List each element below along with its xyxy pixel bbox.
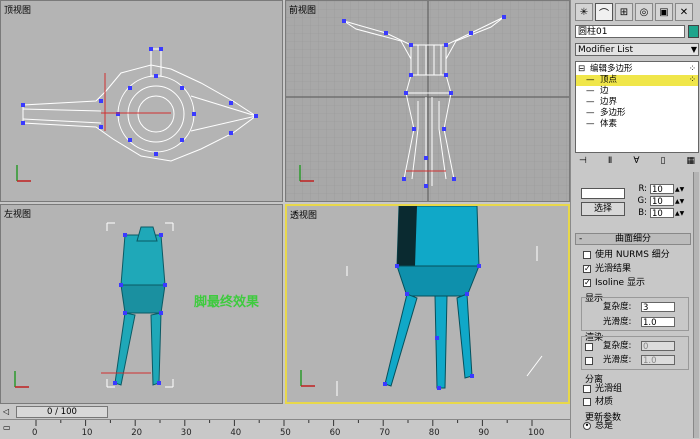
top-view-wireframe <box>16 47 258 182</box>
track-bar-icon[interactable]: ▭ <box>3 423 11 432</box>
stack-item-edge[interactable]: — 边 <box>576 86 698 97</box>
rgb-b-row: B: 10 ▲▼ <box>638 208 685 219</box>
perspective-view-model <box>300 206 543 396</box>
render-iterations-field[interactable]: 0 <box>641 341 675 352</box>
vertex-color-swatch[interactable] <box>581 188 625 199</box>
axis-gizmo-icon <box>16 165 31 182</box>
stack-toolbar: ⊣ Ⅱ ∀ ▯ ▦ <box>575 156 699 170</box>
viewport-label[interactable]: 透视图 <box>290 208 317 221</box>
viewport-top[interactable]: 顶视图 <box>0 0 283 202</box>
track-bar[interactable]: ▭ 0 10 20 30 40 50 60 70 80 90 100 <box>0 419 570 438</box>
track-tick-label: 10 <box>81 428 93 438</box>
stack-item-element[interactable]: — 体素 <box>576 119 698 130</box>
spinner-icon[interactable]: ▲▼ <box>675 208 684 219</box>
modify-icon[interactable]: ⌒ <box>595 3 613 21</box>
object-color-swatch[interactable] <box>688 25 699 38</box>
axis-gizmo-icon <box>300 370 315 387</box>
stack-root[interactable]: ⊟ 编辑多边形 ⁘ <box>576 64 698 75</box>
time-slider[interactable]: 0 / 100 <box>16 406 108 418</box>
time-slider-bar: ◁ 0 / 100 <box>0 405 570 419</box>
track-tick-label: 80 <box>428 428 440 438</box>
display-icon[interactable]: ▣ <box>655 3 673 21</box>
render-smoothness-checkbox[interactable] <box>585 355 597 367</box>
stack-item-vertex[interactable]: — 顶点 ⁘ <box>576 75 698 86</box>
always-radio[interactable]: • 总是 <box>583 420 613 432</box>
viewport-label[interactable]: 顶视图 <box>4 3 31 16</box>
prev-frame-icon[interactable]: ◁ <box>3 407 15 417</box>
track-tick-label: 30 <box>180 428 192 438</box>
rollout-subdivision-header[interactable]: - 曲面细分 <box>575 233 691 245</box>
object-name-field[interactable]: 圆柱01 <box>575 25 685 38</box>
viewport-label[interactable]: 前视图 <box>289 3 316 16</box>
track-tick-label: 40 <box>230 428 242 438</box>
overlay-caption: 脚最终效果 <box>194 295 260 310</box>
track-tick-label: 50 <box>280 428 291 438</box>
smoothing-groups-checkbox[interactable]: 光滑组 <box>583 383 622 395</box>
track-tick-label: 90 <box>478 428 490 438</box>
g-field[interactable]: 10 <box>650 196 674 207</box>
track-tick-label: 70 <box>379 428 391 438</box>
track-tick-label: 0 <box>32 428 38 438</box>
b-field[interactable]: 10 <box>650 208 674 219</box>
materials-checkbox[interactable]: 材质 <box>583 396 613 408</box>
iterations-field[interactable]: 3 <box>641 302 675 313</box>
render-iterations-row: 复杂度: 0 <box>603 341 675 352</box>
use-nurms-checkbox[interactable]: 使用 NURMS 细分 <box>583 249 670 261</box>
front-view-wireframe <box>286 1 569 201</box>
axis-gizmo-icon <box>14 371 29 388</box>
render-smoothness-row: 光滑度: 1.0 <box>603 355 675 366</box>
render-smoothness-field[interactable]: 1.0 <box>641 355 675 366</box>
configure-modifier-icon[interactable]: ▦ <box>686 156 695 170</box>
make-unique-icon[interactable]: ∀ <box>633 156 639 170</box>
motion-icon[interactable]: ◎ <box>635 3 653 21</box>
viewport-perspective[interactable]: 透视图 <box>285 204 570 404</box>
command-panel: ✳ ⌒ ⊞ ◎ ▣ ✕ 圆柱01 Modifier List ▼ ⊟ 编辑多边形… <box>570 0 700 438</box>
stack-item-border[interactable]: — 边界 <box>576 97 698 108</box>
select-button[interactable]: 选择 <box>581 202 625 216</box>
remove-modifier-icon[interactable]: ▯ <box>661 156 666 170</box>
display-iterations-row: 复杂度: 3 <box>603 302 675 313</box>
hierarchy-icon[interactable]: ⊞ <box>615 3 633 21</box>
modifier-list-dropdown[interactable]: Modifier List ▼ <box>575 43 699 56</box>
smoothness-field[interactable]: 1.0 <box>641 317 675 328</box>
create-icon[interactable]: ✳ <box>575 3 593 21</box>
rgb-r-row: R: 10 ▲▼ <box>638 184 685 195</box>
track-tick-label: 20 <box>131 428 143 438</box>
stack-item-polygon[interactable]: — 多边形 <box>576 108 698 119</box>
display-smoothness-row: 光滑度: 1.0 <box>603 317 675 328</box>
rgb-g-row: G: 10 ▲▼ <box>637 196 685 207</box>
panel-tabs: ✳ ⌒ ⊞ ◎ ▣ ✕ <box>575 3 693 21</box>
viewport-front[interactable]: 前视图 <box>285 0 570 202</box>
r-field[interactable]: 10 <box>650 184 674 195</box>
modifier-stack[interactable]: ⊟ 编辑多边形 ⁘ — 顶点 ⁘ — 边 — 边界 — 多边形 — 体素 <box>575 61 699 153</box>
spinner-icon[interactable]: ▲▼ <box>675 196 684 207</box>
smooth-result-checkbox[interactable]: ✓ 光滑结果 <box>583 263 631 275</box>
spinner-icon[interactable]: ▲▼ <box>675 184 684 195</box>
panel-scrollbar[interactable] <box>693 172 699 438</box>
viewport-label[interactable]: 左视图 <box>4 207 31 220</box>
pin-stack-icon[interactable]: ⊣ <box>579 156 587 170</box>
isoline-checkbox[interactable]: ✓ Isoline 显示 <box>583 277 645 289</box>
modifier-list-label: Modifier List <box>578 45 633 55</box>
utilities-icon[interactable]: ✕ <box>675 3 693 21</box>
track-tick-label: 100 <box>528 428 545 438</box>
chevron-down-icon: ▼ <box>690 45 697 54</box>
track-tick-label: 60 <box>329 428 341 438</box>
show-end-result-icon[interactable]: Ⅱ <box>608 156 612 170</box>
vertex-points <box>21 47 258 156</box>
render-iterations-checkbox[interactable] <box>585 341 597 353</box>
